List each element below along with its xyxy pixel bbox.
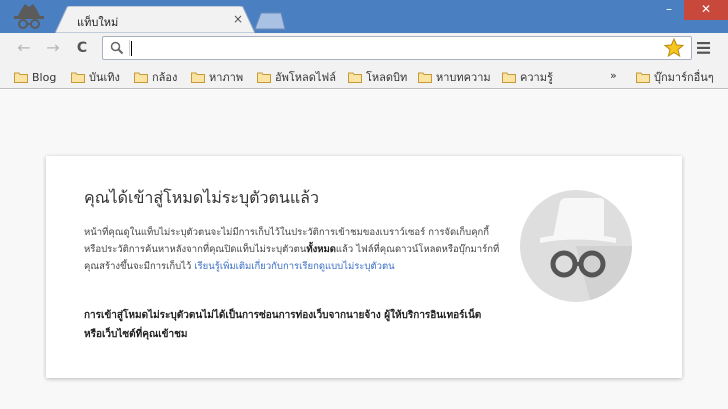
bookmark-folder[interactable]: ความรู้ — [502, 69, 553, 85]
page-content: คุณได้เข้าสู่โหมดไม่ระบุตัวตนแล้ว หน้าที… — [0, 90, 728, 409]
folder-icon — [134, 72, 148, 83]
incognito-card: คุณได้เข้าสู่โหมดไม่ระบุตัวตนแล้ว หน้าที… — [46, 156, 682, 378]
tab-close-icon[interactable]: × — [231, 12, 245, 26]
folder-icon — [348, 72, 362, 83]
tab-title: แท็บใหม่ — [77, 16, 119, 29]
omnibox-separator — [129, 40, 130, 56]
text-caret — [131, 41, 132, 56]
menu-icon[interactable] — [696, 41, 712, 55]
incognito-warning: การเข้าสู่โหมดไม่ระบุตัวตนไม่ได้เป็นการซ… — [84, 310, 482, 340]
folder-icon — [418, 72, 432, 83]
tab-new-tab[interactable]: แท็บใหม่ × — [55, 6, 255, 33]
bookmark-folder[interactable]: Blog — [14, 69, 56, 85]
forward-button[interactable]: → — [43, 39, 63, 57]
minimize-button[interactable]: – — [654, 0, 684, 20]
folder-icon — [636, 72, 650, 83]
folder-icon — [257, 72, 271, 83]
other-bookmarks-folder[interactable]: บุ๊กมาร์กอื่นๆ — [636, 69, 714, 85]
window-controls: – ✕ — [654, 0, 728, 20]
folder-icon — [191, 72, 205, 83]
new-tab-button[interactable] — [253, 12, 287, 30]
bookmarks-overflow-button[interactable]: » — [610, 69, 617, 82]
bookmark-folder[interactable]: โหลดบิท — [348, 69, 407, 85]
omnibox[interactable] — [102, 36, 692, 60]
back-button[interactable]: ← — [14, 39, 34, 57]
toolbar: ← → C — [0, 33, 728, 63]
bookmark-folder[interactable]: กล้อง — [134, 69, 177, 85]
bookmark-folder[interactable]: อัพโหลดไฟล์ — [257, 69, 336, 85]
bookmark-folder[interactable]: หาภาพ — [191, 69, 243, 85]
description-emphasis: ทั้งหมด — [306, 244, 336, 255]
bookmark-folder[interactable]: บันเทิง — [71, 69, 120, 85]
title-bar: แท็บใหม่ × – ✕ — [0, 0, 728, 33]
folder-icon — [502, 72, 516, 83]
bookmarks-bar: Blog บันเทิง กล้อง หาภาพ อัพโหลดไฟล์ โหล… — [0, 63, 728, 89]
incognito-avatar-icon — [14, 4, 44, 29]
folder-icon — [71, 72, 85, 83]
page-title: คุณได้เข้าสู่โหมดไม่ระบุตัวตนแล้ว — [84, 188, 319, 207]
learn-more-link[interactable]: เรียนรู้เพิ่มเติมเกี่ยวกับการเรียกดูแบบไ… — [194, 261, 394, 272]
bookmark-folder[interactable]: หาบทความ — [418, 69, 491, 85]
bookmark-star-icon[interactable] — [664, 38, 684, 58]
incognito-description: หน้าที่คุณดูในแท็บไม่ระบุตัวตนจะไม่มีการ… — [84, 224, 500, 275]
close-window-button[interactable]: ✕ — [684, 0, 728, 20]
folder-icon — [14, 72, 28, 83]
search-icon — [110, 41, 124, 55]
address-input[interactable] — [133, 39, 653, 57]
reload-button[interactable]: C — [72, 39, 92, 57]
incognito-spy-icon — [520, 190, 632, 302]
